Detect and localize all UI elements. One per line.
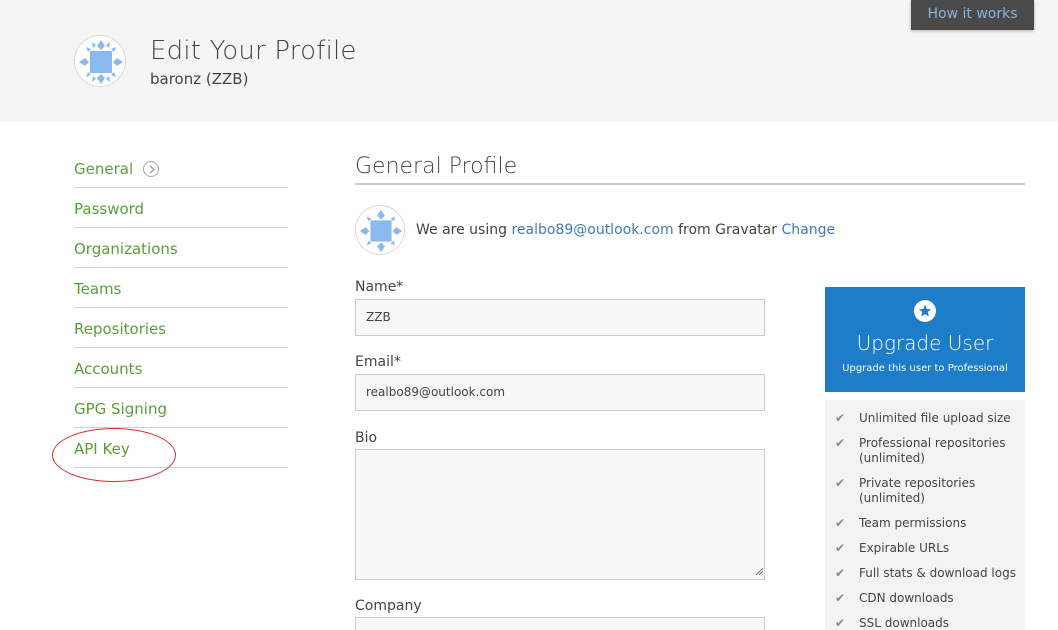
list-item: ✔ Full stats & download logs: [835, 566, 1016, 580]
email-label: Email*: [355, 354, 401, 370]
identicon-icon: [359, 209, 403, 253]
checkmark-icon: ✔: [835, 516, 846, 530]
company-field[interactable]: [355, 617, 765, 630]
avatar: [74, 35, 126, 87]
sidebar-item-label: Password: [74, 199, 145, 218]
divider: [355, 183, 1025, 185]
sidebar-item-label: General: [74, 159, 134, 178]
gravatar-email-link[interactable]: realbo89@outlook.com: [511, 222, 673, 238]
sidebar-item-label: API Key: [74, 439, 130, 458]
list-item: ✔ Professional repositories (unlimited): [835, 436, 1006, 465]
checkmark-icon: ✔: [835, 591, 846, 605]
upgrade-subtitle: Upgrade this user to Professional: [842, 363, 1008, 374]
list-item: ✔ CDN downloads: [835, 591, 954, 605]
upgrade-user-button[interactable]: Upgrade User Upgrade this user to Profes…: [825, 287, 1025, 392]
gravatar-info: We are using realbo89@outlook.com from G…: [416, 222, 835, 238]
sidebar-item-api-key[interactable]: API Key: [74, 428, 288, 468]
checkmark-icon: ✔: [835, 541, 846, 555]
change-gravatar-link[interactable]: Change: [781, 222, 835, 238]
sidebar-item-label: GPG Signing: [74, 399, 167, 418]
list-item: ✔ Private repositories (unlimited): [835, 476, 976, 505]
sidebar-item-organizations[interactable]: Organizations: [74, 228, 288, 268]
sidebar-item-gpg-signing[interactable]: GPG Signing: [74, 388, 288, 428]
sidebar-item-teams[interactable]: Teams: [74, 268, 288, 308]
star-icon: [914, 300, 936, 322]
bio-label: Bio: [355, 430, 378, 446]
page-subtitle: baronz (ZZB): [150, 70, 249, 88]
identicon-icon: [79, 40, 123, 84]
company-label: Company: [355, 598, 422, 614]
email-field[interactable]: realbo89@outlook.com: [355, 374, 765, 411]
settings-sidebar: General Password Organizations Teams Rep…: [74, 148, 288, 468]
checkmark-icon: ✔: [835, 436, 846, 450]
sidebar-item-label: Organizations: [74, 239, 178, 258]
gravatar-prefix: We are using: [416, 222, 507, 238]
resize-handle-icon[interactable]: [755, 567, 763, 575]
sidebar-item-password[interactable]: Password: [74, 188, 288, 228]
feature-list: ✔ Unlimited file upload size ✔ Professio…: [825, 400, 1025, 630]
gravatar-avatar: [355, 205, 405, 255]
sidebar-item-label: Accounts: [74, 359, 143, 378]
checkmark-icon: ✔: [835, 411, 846, 425]
name-field[interactable]: ZZB: [355, 299, 765, 336]
gravatar-middle: from Gravatar: [678, 222, 778, 238]
name-label: Name*: [355, 279, 404, 295]
sidebar-item-general[interactable]: General: [74, 148, 288, 188]
how-it-works-button[interactable]: How it works: [911, 0, 1034, 30]
checkmark-icon: ✔: [835, 566, 846, 580]
sidebar-item-repositories[interactable]: Repositories: [74, 308, 288, 348]
upgrade-title: Upgrade User: [856, 331, 994, 355]
section-title: General Profile: [355, 154, 518, 179]
checkmark-icon: ✔: [835, 476, 846, 490]
chevron-right-icon: [143, 160, 160, 177]
list-item: ✔ SSL downloads: [835, 616, 950, 630]
sidebar-item-label: Teams: [74, 279, 122, 298]
list-item: ✔ Unlimited file upload size: [835, 411, 1011, 425]
page-title: Edit Your Profile: [150, 36, 357, 66]
list-item: ✔ Expirable URLs: [835, 541, 950, 555]
bio-textarea[interactable]: [355, 449, 765, 580]
list-item: ✔ Team permissions: [835, 516, 967, 530]
sidebar-item-accounts[interactable]: Accounts: [74, 348, 288, 388]
page-header: How it works Edit Your Profile baronz (Z…: [0, 0, 1058, 122]
checkmark-icon: ✔: [835, 616, 846, 630]
sidebar-item-label: Repositories: [74, 319, 167, 338]
